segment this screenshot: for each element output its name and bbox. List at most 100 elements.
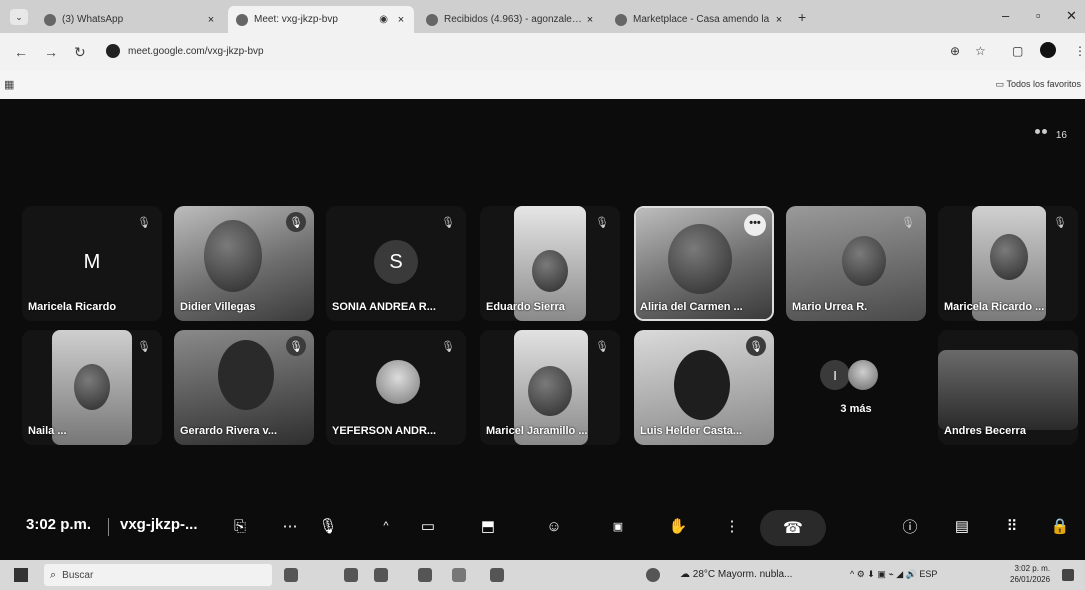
- raise-hand-icon[interactable]: ✋: [664, 512, 692, 540]
- windows-start-icon[interactable]: [14, 568, 28, 582]
- search-placeholder: Buscar: [62, 569, 94, 581]
- tab-label: Recibidos (4.963) - agonzalez...: [444, 14, 583, 25]
- chat-icon[interactable]: ▤: [948, 512, 976, 540]
- apps-grid-icon[interactable]: ▦: [4, 78, 14, 91]
- mic-off-icon: 🎙: [137, 340, 151, 353]
- participant-tile[interactable]: 🎙 Maricel Jaramillo ...: [480, 330, 620, 445]
- reload-icon[interactable]: ↻: [74, 44, 86, 61]
- weather-text: 28°C Mayorm. nubla...: [692, 569, 793, 580]
- participant-name: Luis Helder Casta...: [640, 425, 743, 437]
- participant-tile[interactable]: 🎙 Didier Villegas: [174, 206, 314, 321]
- more-participants-tile[interactable]: I 3 más: [786, 330, 926, 445]
- more-options-icon[interactable]: ⋮: [718, 512, 746, 540]
- participant-face: [842, 236, 886, 286]
- close-icon[interactable]: ×: [772, 14, 786, 26]
- weather-widget[interactable]: ☁ 28°C Mayorm. nubla...: [680, 569, 792, 580]
- participant-tile-active-speaker[interactable]: ••• Aliria del Carmen ...: [634, 206, 774, 321]
- avatar: M: [83, 250, 101, 273]
- mic-off-icon: 🎙: [595, 340, 609, 353]
- participant-tile[interactable]: 🎙 Luis Helder Casta...: [634, 330, 774, 445]
- mic-off-icon: 🎙: [746, 336, 766, 356]
- participant-tile[interactable]: S 🎙 SONIA ANDREA R...: [326, 206, 466, 321]
- tab-marketplace[interactable]: Marketplace - Casa amendo la ×: [607, 6, 792, 33]
- close-icon[interactable]: ×: [583, 14, 597, 26]
- activities-icon[interactable]: ⠿: [998, 512, 1026, 540]
- bookmarks-bar: ▦ ▭ Todos los favoritos: [0, 71, 1085, 100]
- participant-name: Aliria del Carmen ...: [640, 301, 743, 313]
- camera-icon[interactable]: ▭: [414, 512, 442, 540]
- avatar: S: [374, 240, 418, 284]
- close-icon[interactable]: ×: [394, 14, 408, 26]
- menu-kebab-icon[interactable]: ⋮: [1074, 44, 1085, 58]
- participant-count[interactable]: 16: [1034, 129, 1067, 141]
- task-view-icon[interactable]: [284, 568, 298, 582]
- hang-up-icon: ☎: [783, 520, 803, 537]
- new-tab-icon[interactable]: +: [798, 9, 806, 25]
- zoom-icon[interactable]: ⊕: [950, 44, 960, 58]
- mic-off-icon: 🎙: [901, 216, 915, 229]
- taskbar-search[interactable]: ⌕ Buscar: [44, 564, 272, 586]
- restore-icon[interactable]: ▫: [1036, 8, 1041, 23]
- participant-name: Maricela Ricardo: [28, 301, 117, 313]
- avatar: I: [820, 360, 850, 390]
- tab-meet[interactable]: Meet: vxg-jkzp-bvp ◉ ×: [228, 6, 414, 33]
- participant-tile[interactable]: 🎙 Naila ...: [22, 330, 162, 445]
- participant-name: SONIA ANDREA R...: [332, 301, 436, 313]
- leave-call-button[interactable]: ☎: [760, 510, 826, 546]
- forward-icon[interactable]: →: [44, 44, 58, 60]
- profile-avatar[interactable]: [1040, 42, 1056, 58]
- tab-gmail[interactable]: Recibidos (4.963) - agonzalez... ×: [418, 6, 603, 33]
- minimize-icon[interactable]: –: [1002, 8, 1009, 23]
- notifications-icon[interactable]: [1062, 569, 1074, 581]
- meet-controls-bar: 3:02 p.m. vxg-jkzp-... ⎘ ⋯ 🎙 ^ ▭ ⬒ ☺ ▣ ✋…: [0, 500, 1085, 560]
- participant-tile[interactable]: Andres Becerra: [938, 330, 1078, 445]
- acrobat-icon[interactable]: [344, 568, 358, 582]
- participant-tile[interactable]: M 🎙 Maricela Ricardo: [22, 206, 162, 321]
- clock-time: 3:02 p. m.: [1014, 564, 1051, 573]
- participant-name: Maricel Jaramillo ...: [486, 425, 588, 437]
- emoji-icon[interactable]: ☺: [540, 512, 568, 540]
- app-icon[interactable]: [490, 568, 504, 582]
- more-options-button[interactable]: •••: [744, 214, 766, 236]
- copy-link-icon[interactable]: ⎘: [226, 512, 254, 540]
- participant-tile[interactable]: 🎙 Gerardo Rivera v...: [174, 330, 314, 445]
- bookmark-star-icon[interactable]: ☆: [975, 44, 986, 58]
- present-screen-icon[interactable]: ⬒: [474, 512, 502, 540]
- more-icon[interactable]: ⋯: [276, 512, 304, 540]
- mic-off-icon: 🎙: [441, 340, 455, 353]
- chrome-icon[interactable]: [452, 568, 466, 582]
- app-icon[interactable]: [418, 568, 432, 582]
- all-favorites-label: Todos los favoritos: [1006, 79, 1081, 89]
- close-icon[interactable]: ×: [204, 14, 218, 26]
- clock-date: 26/01/2026: [1010, 575, 1051, 584]
- address-bar[interactable]: meet.google.com/vxg-jkzp-bvp: [100, 38, 1000, 64]
- taskbar-clock[interactable]: 3:02 p. m. 26/01/2026: [1010, 563, 1050, 585]
- app-icon[interactable]: [374, 568, 388, 582]
- audio-playing-icon: ◉: [379, 14, 388, 25]
- system-tray[interactable]: ^ ⚙ ⬇ ▣ ⌁ ◢ 🔊 ESP: [850, 569, 937, 580]
- close-window-icon[interactable]: ✕: [1066, 8, 1077, 24]
- captions-icon[interactable]: ▣: [604, 512, 632, 540]
- tab-whatsapp[interactable]: (3) WhatsApp ×: [36, 6, 224, 33]
- mic-off-icon: 🎙: [1053, 216, 1067, 229]
- participant-count-value: 16: [1055, 129, 1067, 141]
- mic-off-icon: 🎙: [595, 216, 609, 229]
- back-icon[interactable]: ←: [14, 44, 28, 60]
- participant-tile[interactable]: 🎙 YEFERSON ANDR...: [326, 330, 466, 445]
- participant-name: YEFERSON ANDR...: [332, 425, 437, 437]
- participant-tile[interactable]: 🎙 Maricela Ricardo ...: [938, 206, 1078, 321]
- avatar-photo: [848, 360, 878, 390]
- participant-tile[interactable]: 🎙 Mario Urrea R.: [786, 206, 926, 321]
- info-icon[interactable]: ⓘ: [896, 512, 924, 540]
- mic-off-icon: 🎙: [286, 212, 306, 232]
- help-icon[interactable]: [646, 568, 660, 582]
- host-controls-icon[interactable]: 🔒: [1046, 512, 1074, 540]
- mic-off-icon: 🎙: [286, 336, 306, 356]
- chevron-up-icon[interactable]: ^: [372, 512, 400, 540]
- microphone-icon[interactable]: 🎙: [314, 512, 342, 540]
- all-favorites-folder[interactable]: ▭ Todos los favoritos: [996, 79, 1081, 90]
- site-info-icon[interactable]: [106, 44, 120, 58]
- tab-search-button[interactable]: ⌄: [10, 9, 28, 25]
- extensions-icon[interactable]: ▢: [1012, 44, 1023, 58]
- participant-tile[interactable]: 🎙 Eduardo Sierra: [480, 206, 620, 321]
